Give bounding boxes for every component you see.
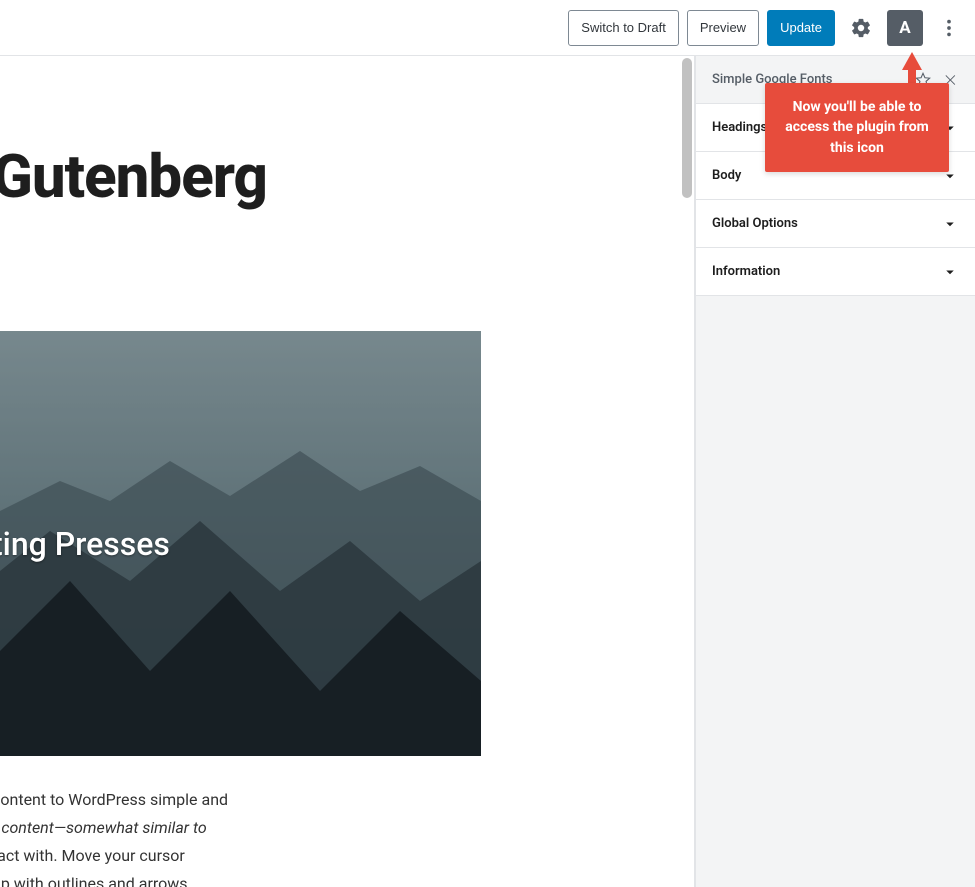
accordion-label: Headings xyxy=(712,120,767,135)
text-line: content to WordPress simple and xyxy=(0,786,492,814)
chevron-down-icon xyxy=(941,263,959,281)
plugin-icon[interactable]: A xyxy=(887,10,923,46)
post-title[interactable]: Gutenberg xyxy=(0,141,267,212)
update-button[interactable]: Update xyxy=(767,10,835,46)
plugin-sidebar: Simple Google Fonts Headings Body Global… xyxy=(695,56,975,887)
callout-arrow-icon xyxy=(902,52,922,70)
cover-caption[interactable]: ting Presses xyxy=(0,525,170,563)
accordion-item-information[interactable]: Information xyxy=(696,248,975,296)
accordion-item-global[interactable]: Global Options xyxy=(696,200,975,248)
editor-scrollbar[interactable] xyxy=(680,56,694,887)
scrollbar-thumb[interactable] xyxy=(682,58,692,198)
chevron-down-icon xyxy=(941,215,959,233)
editor-topbar: Switch to Draft Preview Update A xyxy=(0,0,975,56)
paragraph-block[interactable]: content to WordPress simple and f conten… xyxy=(0,786,492,887)
text-line: up with outlines and arrows. xyxy=(0,870,492,887)
accordion-label: Global Options xyxy=(712,216,798,231)
text-line: ract with. Move your cursor xyxy=(0,842,492,870)
more-options-icon[interactable] xyxy=(931,10,967,46)
editor-canvas[interactable]: Gutenberg ting Presses content to WordPr… xyxy=(0,56,695,887)
accordion-label: Body xyxy=(712,168,741,183)
switch-to-draft-button[interactable]: Switch to Draft xyxy=(568,10,679,46)
text-line: f content—somewhat similar to xyxy=(0,814,492,842)
settings-icon[interactable] xyxy=(843,10,879,46)
accordion-label: Information xyxy=(712,264,780,279)
cover-block[interactable]: ting Presses xyxy=(0,331,481,756)
preview-button[interactable]: Preview xyxy=(687,10,759,46)
tutorial-callout: Now you'll be able to access the plugin … xyxy=(765,83,949,172)
